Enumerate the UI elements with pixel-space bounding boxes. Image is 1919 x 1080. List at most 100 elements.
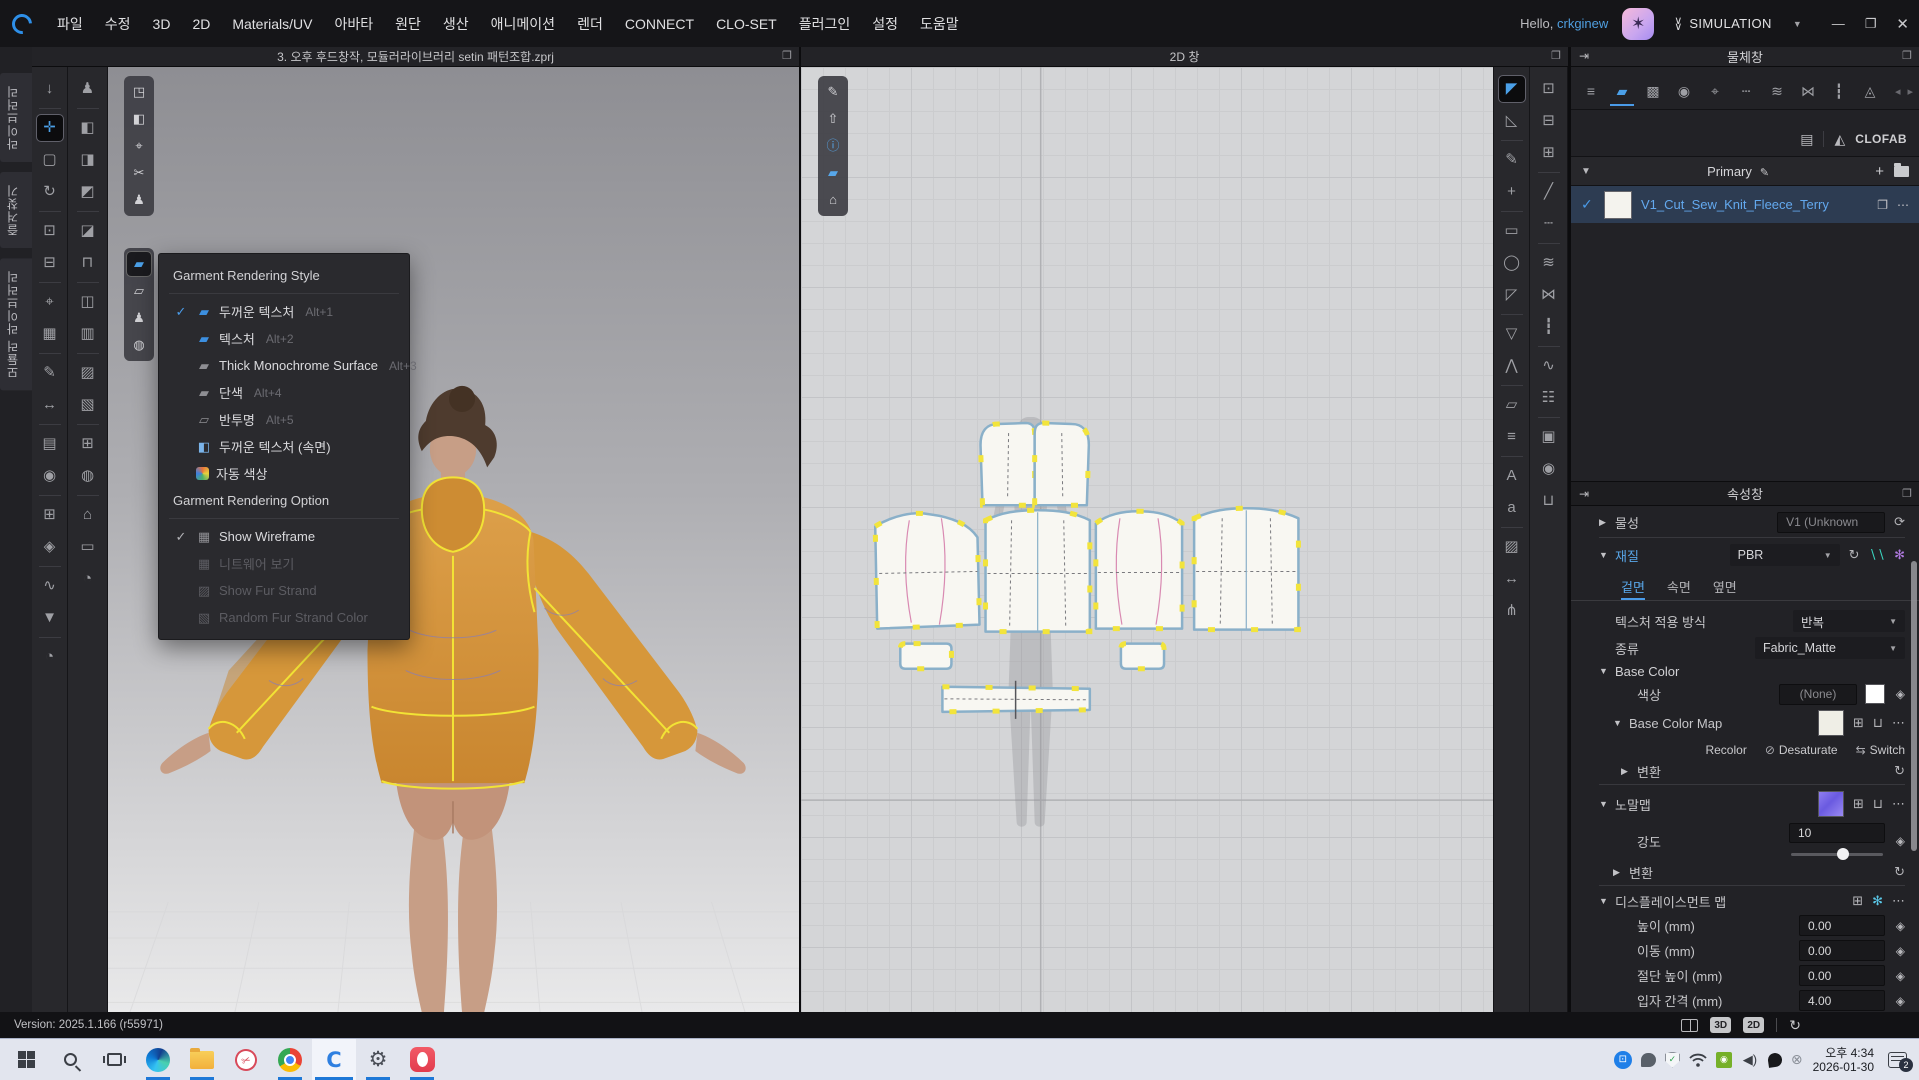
split-view-icon[interactable] [1681, 1019, 1698, 1032]
volume-icon[interactable]: ◀) [1741, 1052, 1759, 1068]
keyframe-diamond-icon[interactable]: ◈ [1885, 994, 1905, 1008]
disabled-status-icon[interactable]: ⊗ [1791, 1051, 1803, 1068]
sewing-machine-tool-button[interactable]: ⊡ [37, 218, 63, 244]
generate-sparkle-icon[interactable]: ✻ [1872, 893, 1883, 909]
objtab-puckering-icon[interactable]: ≋ [1765, 78, 1789, 106]
objtab-buttonhole-icon[interactable]: ⌖ [1703, 78, 1727, 106]
pattern-cuff-left[interactable] [900, 644, 951, 669]
close-button[interactable]: ✕ [1896, 15, 1909, 33]
hanger-tool-button[interactable]: ▥ [75, 321, 101, 347]
scissors-view-toggle[interactable]: ✂ [127, 161, 151, 185]
defender-shield-icon[interactable]: ✓ [1665, 1052, 1680, 1068]
menu-item-thick-texture-inner[interactable]: ◧ 두꺼운 텍스처 (속면) [159, 433, 409, 460]
media-app-button[interactable] [400, 1039, 444, 1080]
stamp-tool-button[interactable]: ◉ [37, 463, 63, 489]
objtab-print-icon[interactable]: ▩ [1641, 78, 1665, 106]
refresh-view-icon[interactable]: ↻ [1789, 1017, 1801, 1034]
trash-icon[interactable]: ⊔ [1873, 796, 1883, 812]
fabric-swatch-tool-button[interactable]: ▦ [37, 321, 63, 347]
caret-right-icon[interactable]: ▶ [1613, 867, 1629, 878]
sidebar-tab-favorites[interactable]: 즐겨찾기 [0, 172, 32, 248]
file-explorer-button[interactable] [180, 1039, 224, 1080]
detach-window-icon[interactable]: ❐ [1902, 49, 1912, 62]
pattern-hood-right[interactable] [1035, 423, 1089, 505]
frame-tool-button[interactable]: ▭ [75, 534, 101, 560]
lift-pattern-icon[interactable]: ⇧ [821, 107, 845, 131]
pleats-tool-button[interactable]: ⋔ [1499, 598, 1525, 624]
search-button[interactable] [48, 1039, 92, 1080]
simulation-mode-selector[interactable]: ∨∨ SIMULATION ▼ [1674, 16, 1801, 31]
pattern-body-back[interactable] [1194, 508, 1298, 629]
dock-arrow-icon[interactable]: ⇥ [1579, 49, 1589, 63]
edge-app-button[interactable] [136, 1039, 180, 1080]
pattern-sleeve-left[interactable] [875, 513, 979, 628]
notification-center-button[interactable]: 2 [1888, 1052, 1907, 1068]
show-avatar-toggle[interactable]: ♟ [127, 188, 151, 212]
sphere-env-tool-button[interactable]: ◍ [75, 463, 101, 489]
taskbar-clock[interactable]: 오후 4:34 2026-01-30 [1813, 1046, 1874, 1074]
menu-item-texture[interactable]: ▰ 텍스처 Alt+2 [159, 325, 409, 352]
objtab-zipper-icon[interactable]: ┇ [1827, 78, 1851, 106]
garment-monochrome-button[interactable]: ▱ [127, 279, 151, 303]
grid-snap-tool-button[interactable]: ⊞ [75, 431, 101, 457]
strength-slider[interactable] [1791, 853, 1883, 856]
add-point-tool-button[interactable]: + [1499, 179, 1525, 205]
trash-icon[interactable]: ⊔ [1873, 715, 1883, 731]
import-arrow-tool-button[interactable]: ↓ [37, 76, 63, 102]
pattern-sleeve-right[interactable] [1096, 511, 1182, 628]
avatar-render-style-button[interactable]: ♟ [127, 306, 151, 330]
fabric-group-row[interactable]: ▼ Primary✎ + [1571, 156, 1919, 186]
type-dropdown[interactable]: Fabric_Matte▼ [1755, 637, 1905, 659]
minimize-button[interactable]: — [1832, 16, 1845, 31]
reset-pattern-icon[interactable]: ⌂ [821, 188, 845, 212]
menu-item-11[interactable]: CLO-SET [705, 10, 788, 38]
material-type-dropdown[interactable]: PBR▼ [1730, 544, 1840, 566]
tile-grid-icon[interactable]: ⊞ [1853, 715, 1864, 731]
shirring-tool-button[interactable]: ∿ [1536, 353, 1562, 379]
menu-item-translucent[interactable]: ▱ 반투명 Alt+5 [159, 406, 409, 433]
wifi-icon[interactable] [1689, 1053, 1707, 1067]
clofab-label[interactable]: CLOFAB [1855, 132, 1907, 146]
keyframe-diamond-icon[interactable]: ◈ [1885, 687, 1905, 701]
menu-item-3[interactable]: 2D [181, 10, 221, 38]
avatar-pose-tool-button[interactable]: ♟ [75, 76, 101, 102]
seam-line-tool-button[interactable]: ┄ [1536, 211, 1562, 237]
texture-pick-tool-button[interactable]: ▨ [75, 360, 101, 386]
restore-button[interactable]: ❐ [1865, 16, 1877, 32]
curve-ruler-tool-button[interactable]: ∿ [37, 573, 63, 599]
environment-globe-button[interactable]: ◍ [127, 333, 151, 357]
more-options-icon[interactable]: ⋯ [1892, 796, 1905, 812]
menu-item-0[interactable]: 파일 [46, 8, 94, 40]
switch-button[interactable]: ⇆Switch [1856, 743, 1905, 757]
layer-cloth-tool-button[interactable]: ☷ [1536, 385, 1562, 411]
add-fabric-icon[interactable]: ▤ [1800, 131, 1813, 148]
seam-allowance-tool-button[interactable]: ▱ [1499, 392, 1525, 418]
recolor-button[interactable]: Recolor [1705, 743, 1746, 757]
chrome-app-button[interactable] [268, 1039, 312, 1080]
buckle-tool-button[interactable]: ◈ [37, 534, 63, 560]
more-options-icon[interactable]: ⋯ [1892, 715, 1905, 731]
menu-item-1[interactable]: 수정 [94, 8, 142, 40]
sidebar-tab-library[interactable]: 라이브러리 [0, 73, 32, 162]
timer-tool-button[interactable]: ◔ [75, 566, 101, 592]
undrape-garment-tool-button[interactable]: ◨ [75, 147, 101, 173]
sidebar-tab-modular-library[interactable]: 모듈러 라이브러리 [0, 258, 32, 390]
drape-garment-tool-button[interactable]: ◧ [75, 115, 101, 141]
more-options-icon[interactable]: ⋯ [1892, 893, 1905, 909]
menu-item-2[interactable]: 3D [142, 10, 182, 38]
menu-item-13[interactable]: 설정 [861, 8, 909, 40]
pattern-body-front[interactable] [986, 510, 1090, 631]
pattern-3d-tool-button[interactable]: ▧ [75, 392, 101, 418]
color-swatch[interactable] [1865, 684, 1885, 704]
zipper-tool-button[interactable]: ┇ [1536, 314, 1562, 340]
slider-knob[interactable] [1837, 848, 1849, 860]
viewport-3d[interactable]: ◳◧⌖✂♟ ▰▱♟◍ Garment Rendering Style ✓▰ 두꺼… [108, 67, 799, 1012]
fold-garment-tool-button[interactable]: ⊓ [75, 250, 101, 276]
objtab-piping-icon[interactable]: ◬ [1858, 78, 1882, 106]
measure-tool-button[interactable]: ↔ [37, 392, 63, 418]
collapse-caret-icon[interactable]: ▼ [1581, 166, 1601, 177]
caret-down-icon[interactable]: ▼ [1613, 718, 1629, 728]
property-scrollbar[interactable] [1911, 561, 1917, 851]
dock-arrow-icon[interactable]: ⇥ [1579, 487, 1589, 501]
caret-down-icon[interactable]: ▼ [1599, 896, 1615, 906]
